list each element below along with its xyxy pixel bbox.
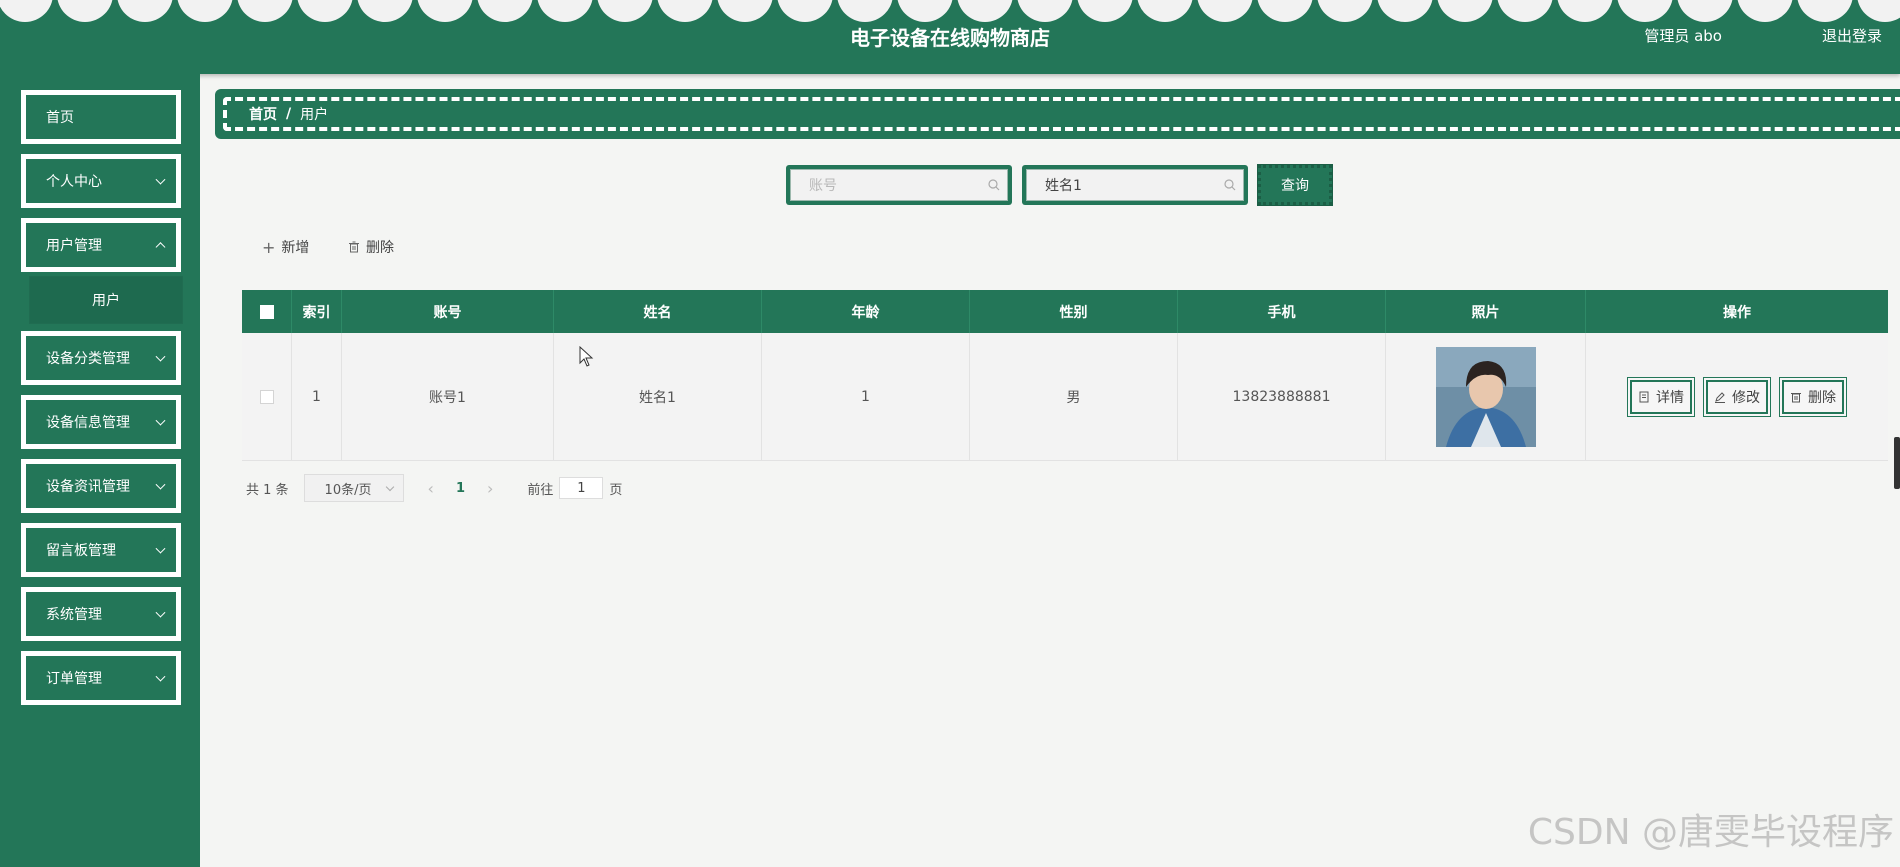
add-button[interactable]: + 新增 [262, 236, 309, 258]
detail-label: 详情 [1656, 389, 1684, 406]
sidebar-item-label: 个人中心 [46, 174, 102, 190]
next-page-icon[interactable]: › [487, 479, 493, 498]
chevron-down-icon [155, 174, 166, 185]
column-header: 手机 [1178, 290, 1386, 333]
page-size-value: 10条/页 [324, 482, 372, 498]
sidebar-item-label: 设备分类管理 [46, 351, 130, 367]
row-delete-button[interactable]: 删除 [1779, 376, 1847, 417]
chevron-down-icon [155, 415, 166, 426]
query-button[interactable]: 查询 [1258, 165, 1332, 205]
column-header: 年龄 [762, 290, 970, 333]
select-all-checkbox[interactable] [259, 304, 274, 319]
sidebar-item-message-board[interactable]: 留言板管理 [21, 523, 181, 577]
cell-gender: 男 [970, 333, 1178, 460]
column-header: 姓名 [554, 290, 762, 333]
top-header: 电子设备在线购物商店 管理员 abo 退出登录 [0, 0, 1900, 74]
goto-page-input[interactable]: 1 [559, 477, 604, 499]
pagination: 共 1 条 10条/页 ‹ 1 › 前往 1 页 [246, 474, 622, 502]
prev-page-icon[interactable]: ‹ [428, 479, 434, 498]
trash-icon [349, 241, 359, 253]
document-icon [1639, 391, 1649, 402]
chevron-down-icon [155, 671, 166, 682]
sidebar-item-device-info[interactable]: 设备信息管理 [21, 395, 181, 449]
sidebar-item-label: 用户管理 [46, 238, 102, 254]
plus-icon: + [262, 237, 276, 257]
users-table: 索引 账号 姓名 年龄 性别 手机 照片 操作 1 账号1 姓名1 1 男 13… [242, 290, 1888, 461]
account-field[interactable]: 账号 [790, 169, 1008, 201]
table-header: 索引 账号 姓名 年龄 性别 手机 照片 操作 [242, 290, 1888, 333]
detail-button[interactable]: 详情 [1627, 376, 1695, 417]
breadcrumb: 首页 / 用户 [215, 89, 1900, 139]
edit-label: 修改 [1732, 389, 1760, 406]
account-search-input[interactable]: 账号 [786, 165, 1012, 205]
cell-index: 1 [292, 333, 342, 460]
row-checkbox[interactable] [259, 389, 274, 404]
chevron-down-icon [155, 543, 166, 554]
chevron-down-icon [155, 607, 166, 618]
chevron-down-icon [155, 351, 166, 362]
cell-phone: 13823888881 [1178, 333, 1386, 460]
sidebar-item-system[interactable]: 系统管理 [21, 587, 181, 641]
sidebar-item-user-management[interactable]: 用户管理 [21, 218, 181, 272]
column-header: 性别 [970, 290, 1178, 333]
breadcrumb-separator: / [286, 106, 292, 122]
sidebar-subitem-users[interactable]: 用户 [30, 277, 182, 323]
breadcrumb-current: 用户 [300, 107, 329, 123]
delete-button[interactable]: 删除 [348, 236, 394, 258]
app-title: 电子设备在线购物商店 [850, 26, 1050, 50]
row-select-cell [242, 333, 292, 460]
breadcrumb-home[interactable]: 首页 [249, 104, 277, 124]
sidebar: 首页 个人中心 用户管理 用户 设备分类管理 设备信息管理 设备资讯管理 留言板… [0, 74, 200, 867]
cell-age: 1 [762, 333, 970, 460]
sidebar-item-label: 留言板管理 [46, 543, 116, 559]
sidebar-item-profile[interactable]: 个人中心 [21, 154, 181, 208]
column-header: 账号 [342, 290, 554, 333]
sidebar-item-label: 系统管理 [46, 607, 102, 623]
page-suffix: 页 [609, 482, 623, 498]
column-header: 操作 [1723, 304, 1751, 321]
cell-account: 账号1 [342, 333, 554, 460]
page-number[interactable]: 1 [456, 481, 465, 496]
sidebar-item-home[interactable]: 首页 [21, 90, 181, 144]
current-user: 管理员 abo [1644, 27, 1722, 45]
scallop-decoration [0, 0, 1900, 22]
user-photo [1435, 346, 1536, 447]
cell-photo [1386, 333, 1586, 460]
edit-icon [1715, 391, 1725, 403]
select-all-cell [242, 290, 292, 333]
column-header: 照片 [1386, 290, 1586, 333]
total-count: 共 1 条 [246, 482, 289, 498]
goto-label: 前往 [527, 482, 554, 498]
name-field[interactable]: 姓名1 [1026, 169, 1244, 201]
sidebar-item-label: 订单管理 [46, 671, 102, 687]
sidebar-item-label: 设备资讯管理 [46, 479, 130, 495]
watermark: CSDN @唐雯毕设程序 [1527, 812, 1894, 853]
mouse-cursor-icon [579, 346, 594, 367]
trash-icon [1791, 392, 1801, 402]
search-icon [1224, 179, 1236, 191]
chevron-down-icon [155, 479, 166, 490]
column-header: 索引 [292, 290, 342, 333]
add-label: 新增 [281, 240, 310, 256]
page-size-select[interactable]: 10条/页 [303, 474, 404, 502]
sidebar-item-category-management[interactable]: 设备分类管理 [21, 331, 181, 385]
logout-link[interactable]: 退出登录 [1822, 25, 1882, 46]
search-icon [988, 179, 1000, 191]
cell-operations: 详情 修改 删除 [1586, 333, 1888, 460]
row-delete-label: 删除 [1808, 389, 1836, 406]
breadcrumb-inner: 首页 / 用户 [223, 97, 1900, 131]
name-search-input[interactable]: 姓名1 [1022, 165, 1248, 205]
sidebar-item-label: 首页 [46, 110, 74, 126]
edit-button[interactable]: 修改 [1703, 376, 1771, 417]
chevron-down-icon [385, 482, 394, 492]
sidebar-item-orders[interactable]: 订单管理 [21, 651, 181, 705]
sidebar-item-device-news[interactable]: 设备资讯管理 [21, 459, 181, 513]
table-row: 1 账号1 姓名1 1 男 13823888881 详情 修改 删除 [242, 333, 1888, 461]
scrollbar[interactable] [1894, 437, 1900, 489]
sidebar-item-label: 设备信息管理 [46, 415, 130, 431]
delete-label: 删除 [366, 240, 394, 256]
chevron-up-icon [155, 242, 166, 253]
